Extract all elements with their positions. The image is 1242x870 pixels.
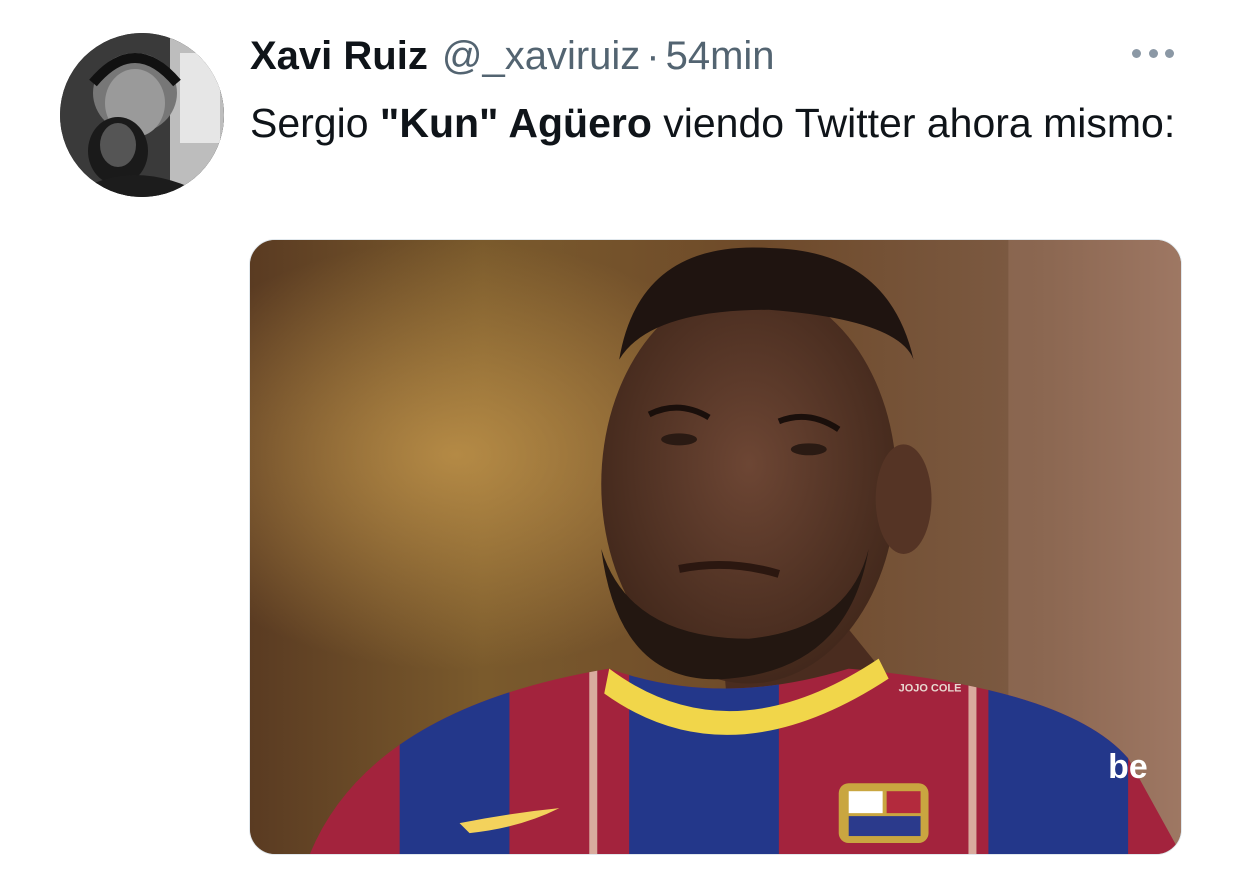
jersey-text: JOJO COLE	[899, 683, 962, 695]
tweet-media-image[interactable]: JOJO COLE be	[249, 239, 1182, 855]
more-icon[interactable]	[1128, 40, 1178, 66]
header-separator: ·	[646, 34, 660, 78]
tweet-header: Xavi Ruiz @_xaviruiz · 54min	[250, 30, 775, 82]
author-name[interactable]: Xavi Ruiz	[250, 30, 428, 82]
tweet-text-part: viendo Twitter ahora mismo:	[651, 100, 1176, 146]
sponsor-text: be	[1108, 748, 1148, 786]
more-dot	[1165, 48, 1174, 58]
media-photo: JOJO COLE be	[250, 240, 1181, 854]
avatar-photo	[60, 33, 224, 197]
tweet-text-part: Sergio	[250, 100, 380, 146]
tweet[interactable]: Xavi Ruiz @_xaviruiz · 54min Sergio "Kun…	[0, 0, 1242, 870]
more-dot	[1132, 48, 1141, 58]
author-handle[interactable]: @_xaviruiz	[442, 30, 640, 82]
more-dot	[1148, 48, 1158, 58]
user-avatar[interactable]	[60, 33, 224, 197]
tweet-timestamp[interactable]: 54min	[666, 30, 775, 82]
tweet-text-bold: "Kun" Agüero	[379, 100, 652, 146]
tweet-text: Sergio "Kun" Agüero viendo Twitter ahora…	[250, 92, 1190, 154]
